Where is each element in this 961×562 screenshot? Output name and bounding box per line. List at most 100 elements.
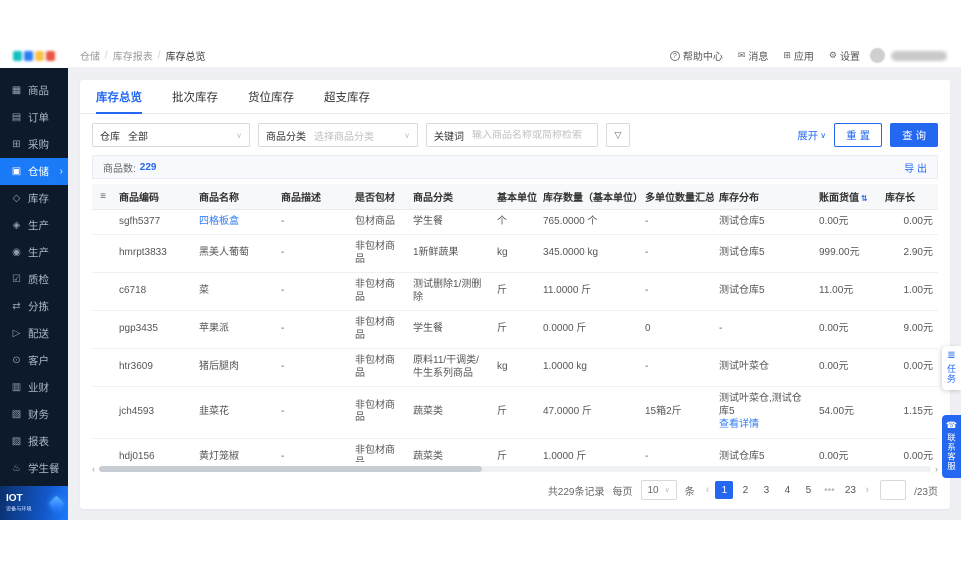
filter-row: 仓库 全部 ∨ 商品分类 选择商品分类 ∨ 关键词 ▽ [80, 114, 950, 154]
contact-service-float-button[interactable]: ☎ 联系客服 [942, 415, 961, 478]
page-number[interactable]: 2 [736, 481, 754, 499]
product-name-link[interactable]: 四格板盒 [199, 216, 239, 227]
purchase-icon: ⊞ [12, 138, 21, 150]
cell-desc: - [276, 438, 350, 462]
column-header: 商品编码 [114, 184, 194, 210]
scroll-right-icon[interactable]: › [935, 464, 938, 474]
prev-page-icon[interactable]: ‹ [703, 484, 713, 496]
sidebar-item-production-2[interactable]: ◉ 生产 [0, 239, 68, 266]
cell-value: 0.00元 [814, 348, 880, 387]
column-label: 基本单位 [497, 192, 537, 204]
breadcrumb-warehouse[interactable]: 仓储 [80, 48, 100, 63]
help-icon: ? [669, 50, 680, 61]
sidebar-item-delivery[interactable]: ▷ 配送 [0, 320, 68, 347]
cell-pack: 非包材商品 [350, 348, 408, 387]
column-label: 商品分类 [413, 192, 453, 204]
warehouse-select[interactable]: 仓库 全部 ∨ [92, 123, 250, 147]
user-menu[interactable] [870, 48, 947, 63]
cell-cat: 1新鲜蔬果 [408, 234, 492, 273]
keyword-input[interactable] [472, 129, 590, 141]
sidebar-item-customers[interactable]: ⊙ 客户 [0, 347, 68, 374]
task-float-button[interactable]: ≣ 任务 [942, 346, 961, 390]
sidebar-item-production-1[interactable]: ◈ 生产 [0, 212, 68, 239]
product-count-value: 229 [139, 161, 157, 173]
sidebar-item-purchase[interactable]: ⊞ 采购 [0, 131, 68, 158]
cell-pack: 非包材商品 [350, 272, 408, 311]
sidebar-item-stock[interactable]: ◇ 库存 [0, 185, 68, 212]
tab-3[interactable]: 超支库存 [324, 80, 370, 113]
tab-bar: 库存总览 批次库存 货位库存 超支库存 [80, 80, 950, 114]
cell-value: 11.00元 [814, 272, 880, 311]
page-number[interactable]: 1 [715, 481, 734, 499]
tab-1[interactable]: 批次库存 [172, 80, 218, 113]
sidebar-item-reports[interactable]: ▨ 报表 [0, 428, 68, 455]
view-details-link[interactable]: 查看详情 [719, 419, 809, 432]
cell-name: 苹果派 [194, 310, 276, 349]
per-page-unit: 条 [684, 486, 695, 498]
table-header-row: ≡ 商品编码 商品名称 商品描述 是否包材 商品分类 基本单位 库存数量（基本单位） 多单位数… [92, 184, 938, 210]
cell-cost: 1.15元 [880, 386, 938, 439]
page-number[interactable]: 4 [778, 481, 796, 499]
distribution-text: 测试仓库5 [719, 215, 765, 227]
category-label: 商品分类 [266, 131, 306, 143]
chevron-down-icon: ∨ [664, 487, 670, 494]
category-select[interactable]: 商品分类 选择商品分类 ∨ [258, 123, 418, 147]
scrollbar-thumb[interactable] [99, 466, 482, 472]
next-page-icon[interactable]: › [862, 484, 872, 496]
sidebar-item-label: 采购 [28, 139, 49, 151]
export-button[interactable]: 导 出 [904, 160, 927, 175]
pagination: 共229条记录 每页 10 ∨ 条 ‹ 1 2 3 4 5 ••• 23 › /23页 [80, 474, 950, 509]
sidebar-item-sorting[interactable]: ⇄ 分拣 [0, 293, 68, 320]
filter-funnel-button[interactable]: ▽ [606, 123, 630, 147]
cell-value: 999.00元 [814, 234, 880, 273]
column-label: 多单位数量汇总 [645, 192, 714, 204]
cell-value: 54.00元 [814, 386, 880, 439]
sidebar-item-finance[interactable]: ▧ 财务 [0, 401, 68, 428]
column-settings-icon[interactable]: ≡ [100, 191, 106, 202]
product-name: 猪后腿肉 [199, 361, 239, 373]
sidebar-item-label: 仓储 [28, 166, 49, 178]
distribution-text: 测试叶菜仓 [719, 361, 769, 373]
expand-filters-link[interactable]: 展开 ∨ [797, 128, 826, 143]
inventory-overview-page: 仓储 / 库存报表 / 库存总览 ? 帮助中心 ✉ 消息 ⊞ 应用 ⚙ 设置 ▦ 商品 ▤ 订单 ⊞ 采… [0, 0, 961, 562]
sidebar-item-goods[interactable]: ▦ 商品 [0, 77, 68, 104]
scroll-left-icon[interactable]: ‹ [92, 464, 95, 474]
page-number[interactable]: 23 [841, 481, 859, 499]
page-jump-input[interactable] [880, 480, 907, 500]
search-button[interactable]: 查 询 [890, 123, 938, 147]
cell-qty: 47.0000 斤 [538, 386, 640, 439]
header-action-label: 帮助中心 [682, 52, 723, 63]
sort-icon[interactable]: ⇅ [861, 194, 868, 203]
avatar[interactable] [870, 48, 885, 63]
sidebar-item-warehouse[interactable]: ▣ 仓储 › [0, 158, 68, 185]
cell-multi: - [640, 438, 714, 462]
sidebar-item-biz-finance[interactable]: ▥ 业财 [0, 374, 68, 401]
sidebar-item-orders[interactable]: ▤ 订单 [0, 104, 68, 131]
cell-value: 0.00元 [814, 209, 880, 235]
page-number[interactable]: 3 [757, 481, 775, 499]
settings-icon: ⚙ [828, 50, 837, 60]
reset-button[interactable]: 重 置 [834, 123, 883, 147]
table-row: htr3609 猪后腿肉 - 非包材商品 原料11/干调类/牛生系列商品 kg 1.0000… [92, 348, 938, 387]
header-action-0[interactable]: ? 帮助中心 [669, 48, 723, 63]
header-action-2[interactable]: ⊞ 应用 [783, 48, 814, 64]
product-name: 菜 [199, 285, 209, 297]
tab-0[interactable]: 库存总览 [96, 80, 142, 114]
column-header: 商品名称 [194, 184, 276, 210]
column-header: 基本单位 [492, 184, 538, 210]
breadcrumb-inventory-report[interactable]: 库存报表 [113, 48, 153, 63]
keyword-field[interactable]: 关键词 [426, 123, 598, 147]
cell-unit: 斤 [492, 310, 538, 349]
sidebar-item-student-meal[interactable]: ♨ 学生餐 [0, 455, 68, 482]
header-action-1[interactable]: ✉ 消息 [738, 48, 769, 64]
cell-dist: 测试仓库5 [714, 234, 814, 273]
cell-code: hmrpt3833 [114, 234, 194, 273]
tab-2[interactable]: 货位库存 [248, 80, 294, 113]
sidebar-item-qc[interactable]: ☑ 质检 [0, 266, 68, 293]
header-action-3[interactable]: ⚙ 设置 [828, 48, 860, 64]
cell-desc: - [276, 209, 350, 235]
reports-icon: ▨ [11, 435, 22, 447]
page-number[interactable]: 5 [799, 481, 817, 499]
scrollbar-track[interactable] [99, 466, 931, 472]
page-size-select[interactable]: 10 ∨ [640, 480, 677, 500]
